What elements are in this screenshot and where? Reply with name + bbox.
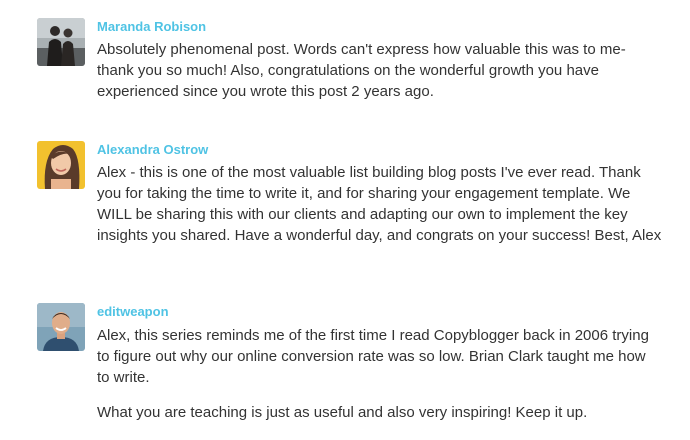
comment-paragraph: Alex - this is one of the most valuable … [97,164,662,244]
woman-portrait-avatar[interactable] [37,141,85,189]
comment-author-link[interactable]: editweapon [97,304,169,320]
comment-body: Alex - this is one of the most valuable … [97,162,662,246]
comment-author-link[interactable]: Maranda Robison [97,19,206,35]
couple-photo-avatar[interactable] [37,18,85,66]
man-portrait-avatar[interactable] [37,303,85,351]
comment-body: Alex, this series reminds me of the firs… [97,325,662,423]
comment-author-link[interactable]: Alexandra Ostrow [97,142,208,158]
comment-body: Absolutely phenomenal post. Words can't … [97,39,662,102]
comment-paragraph: Absolutely phenomenal post. Words can't … [97,41,626,100]
comment-paragraph: Alex, this series reminds me of the firs… [97,327,649,386]
comment-paragraph: What you are teaching is just as useful … [97,404,588,421]
